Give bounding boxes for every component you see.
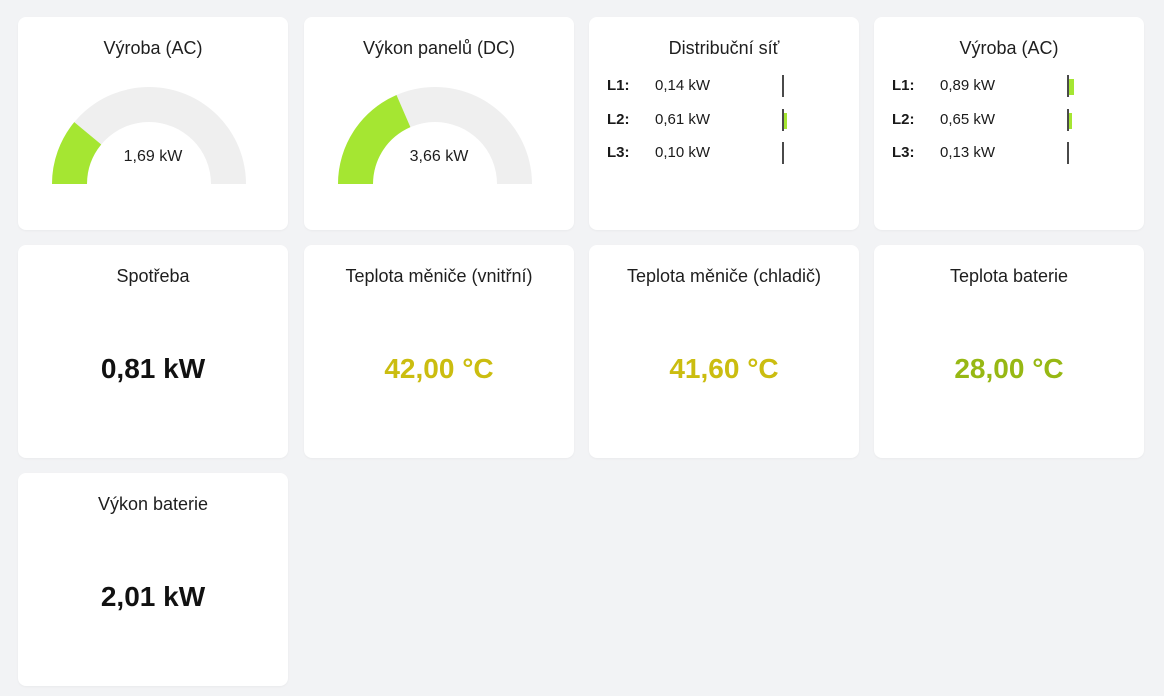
phase-value: 0,61 kW <box>655 111 711 128</box>
big-value: 28,00 °C <box>954 353 1064 384</box>
phase-value: 0,14 kW <box>655 77 711 94</box>
card-title: Výroba (AC) <box>959 38 1059 58</box>
phase-label: L2: <box>892 111 915 128</box>
card-vyroba-gauge: Výroba (AC) 1,69 kW <box>18 17 288 230</box>
gauge-panely <box>338 87 532 184</box>
phase-value: 0,65 kW <box>940 111 996 128</box>
phase-bar <box>782 75 842 97</box>
card-teplota-baterie: Teplota baterie 28,00 °C <box>874 245 1144 458</box>
phase-bar <box>1067 109 1127 131</box>
card-title: Výroba (AC) <box>103 38 203 58</box>
phase-bar-axis <box>1067 142 1069 164</box>
phase-label: L1: <box>607 77 630 94</box>
card-title: Výkon panelů (DC) <box>362 38 516 58</box>
phase-value: 0,89 kW <box>940 77 996 94</box>
card-title: Teplota baterie <box>949 266 1069 286</box>
card-panely-gauge: Výkon panelů (DC) 3,66 kW <box>304 17 574 230</box>
phase-value: 0,13 kW <box>940 144 996 161</box>
card-teplota-chladic: Teplota měniče (chladič) 41,60 °C <box>589 245 859 458</box>
card-spotreba: Spotřeba 0,81 kW <box>18 245 288 458</box>
card-title: Teplota měniče (chladič) <box>626 266 822 286</box>
phase-label: L1: <box>892 77 915 94</box>
phase-row-l2: L2: 0,61 kW <box>607 109 847 131</box>
big-value: 0,81 kW <box>100 353 206 384</box>
phase-bar-axis <box>782 75 784 97</box>
phase-bar-axis <box>1067 75 1069 97</box>
phase-bar-axis <box>782 142 784 164</box>
phase-row-l3: L3: 0,10 kW <box>607 142 847 164</box>
card-vykon-baterie: Výkon baterie 2,01 kW <box>18 473 288 686</box>
gauge-vyroba <box>52 87 246 184</box>
phase-bar <box>1067 142 1127 164</box>
phase-label: L3: <box>892 144 915 161</box>
phase-value: 0,10 kW <box>655 144 711 161</box>
phase-label: L2: <box>607 111 630 128</box>
phase-bar <box>1067 75 1127 97</box>
gauge-fill <box>338 94 411 184</box>
gauge-value: 1,69 kW <box>123 148 183 165</box>
card-title: Spotřeba <box>116 266 190 286</box>
big-value: 41,60 °C <box>669 353 779 384</box>
card-distribucni-sit: Distribuční síť L1: 0,14 kW L2: 0,61 kW … <box>589 17 859 230</box>
phase-row-l3: L3: 0,13 kW <box>892 142 1132 164</box>
big-value: 2,01 kW <box>100 581 206 612</box>
card-title: Distribuční síť <box>668 38 780 58</box>
card-teplota-vnitrni: Teplota měniče (vnitřní) 42,00 °C <box>304 245 574 458</box>
phase-row-l2: L2: 0,65 kW <box>892 109 1132 131</box>
card-title: Teplota měniče (vnitřní) <box>345 266 533 286</box>
phase-bar-axis <box>782 109 784 131</box>
big-value: 42,00 °C <box>384 353 494 384</box>
phase-label: L3: <box>607 144 630 161</box>
phase-row-l1: L1: 0,89 kW <box>892 75 1132 97</box>
card-title: Výkon baterie <box>97 494 209 514</box>
phase-bar-axis <box>1067 109 1069 131</box>
phase-bar <box>782 109 842 131</box>
phase-row-l1: L1: 0,14 kW <box>607 75 847 97</box>
gauge-value: 3,66 kW <box>409 148 469 165</box>
phase-bar <box>782 142 842 164</box>
card-vyroba-phases: Výroba (AC) L1: 0,89 kW L2: 0,65 kW L3: … <box>874 17 1144 230</box>
